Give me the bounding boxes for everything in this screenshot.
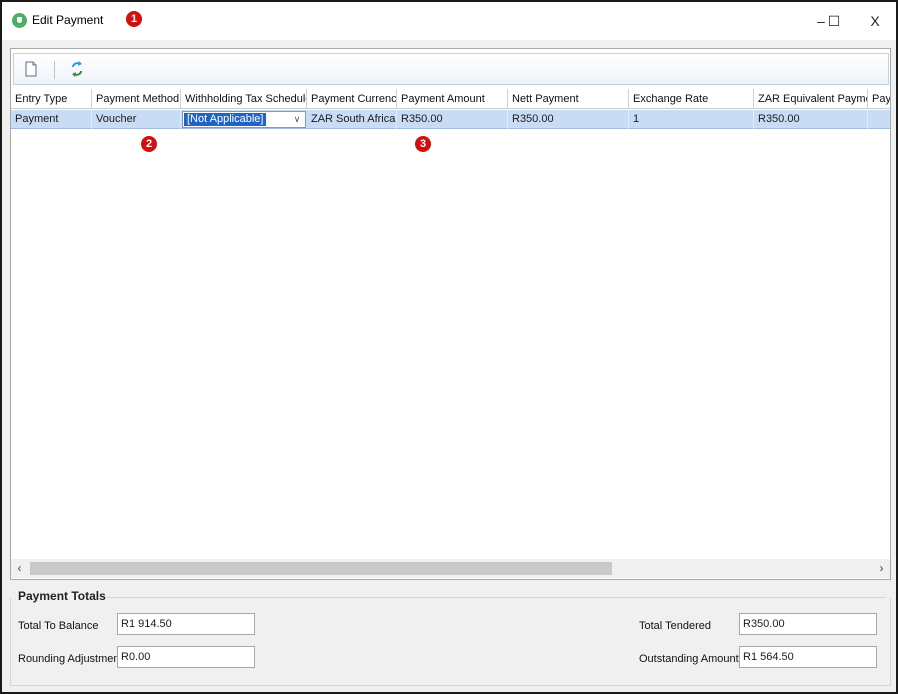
outstanding-amount-field[interactable]: R1 564.50	[739, 646, 877, 668]
scrollbar-thumb[interactable]	[30, 562, 612, 575]
rounding-adjustment-label: Rounding Adjustment	[18, 653, 123, 665]
column-header-exchange-rate[interactable]: Exchange Rate	[629, 89, 754, 109]
column-header-nett-payment[interactable]: Nett Payment	[508, 89, 629, 109]
total-tendered-field[interactable]: R350.00	[739, 613, 877, 635]
payment-totals-group	[10, 598, 891, 686]
cell-zar-equivalent-payment[interactable]: R350.00	[754, 110, 868, 129]
cell-entry-type[interactable]: Payment	[11, 110, 92, 129]
callout-marker-1: 1	[126, 11, 142, 27]
cell-nett-payment[interactable]: R350.00	[508, 110, 629, 129]
chevron-down-icon[interactable]: ∨	[291, 112, 303, 127]
column-header-entry-type[interactable]: Entry Type	[11, 89, 92, 109]
outstanding-amount-label: Outstanding Amount	[639, 653, 739, 665]
column-header-zar-equivalent-payment[interactable]: ZAR Equivalent Payment	[754, 89, 868, 109]
horizontal-scrollbar[interactable]: ‹ ›	[11, 559, 890, 578]
column-header-pay[interactable]: Pay	[868, 89, 890, 109]
cell-pay[interactable]	[868, 110, 890, 129]
edit-payment-window: Edit Payment 1 – ☐ X Entry Type Payment …	[0, 0, 898, 694]
new-document-icon[interactable]	[22, 60, 40, 78]
rounding-adjustment-field[interactable]: R0.00	[117, 646, 255, 668]
withholding-tax-schedule-dropdown[interactable]: [Not Applicable] ∨	[182, 111, 306, 128]
payments-grid-panel: Entry Type Payment Method Withholding Ta…	[10, 48, 891, 580]
app-logo-icon	[12, 13, 27, 28]
grid-toolbar	[13, 53, 889, 85]
column-header-payment-amount[interactable]: Payment Amount	[397, 89, 508, 109]
table-row[interactable]: Payment Voucher [Not Applicable] ∨ ZAR S…	[11, 110, 890, 129]
callout-marker-2: 2	[141, 136, 157, 152]
total-tendered-label: Total Tendered	[639, 620, 711, 632]
toolbar-separator	[54, 61, 55, 79]
column-header-payment-currency[interactable]: Payment Currency	[307, 89, 397, 109]
cell-exchange-rate[interactable]: 1	[629, 110, 754, 129]
scroll-right-icon[interactable]: ›	[873, 559, 890, 578]
window-title: Edit Payment	[32, 13, 104, 27]
total-to-balance-field[interactable]: R1 914.50	[117, 613, 255, 635]
refresh-icon[interactable]	[68, 60, 86, 78]
column-header-payment-method[interactable]: Payment Method	[92, 89, 181, 109]
callout-marker-3: 3	[415, 136, 431, 152]
withholding-tax-schedule-value: [Not Applicable]	[182, 112, 268, 127]
cell-payment-currency[interactable]: ZAR South African r	[307, 110, 397, 129]
close-button[interactable]: X	[861, 8, 889, 34]
column-header-withholding-tax-schedule[interactable]: Withholding Tax Schedule	[181, 89, 307, 109]
total-to-balance-label: Total To Balance	[18, 620, 99, 632]
scroll-left-icon[interactable]: ‹	[11, 559, 28, 578]
title-bar: Edit Payment 1 – ☐ X	[2, 2, 896, 40]
cell-payment-method[interactable]: Voucher	[92, 110, 181, 129]
cell-payment-amount[interactable]: R350.00	[397, 110, 508, 129]
maximize-button[interactable]: ☐	[820, 8, 848, 34]
grid-header: Entry Type Payment Method Withholding Ta…	[11, 89, 890, 109]
